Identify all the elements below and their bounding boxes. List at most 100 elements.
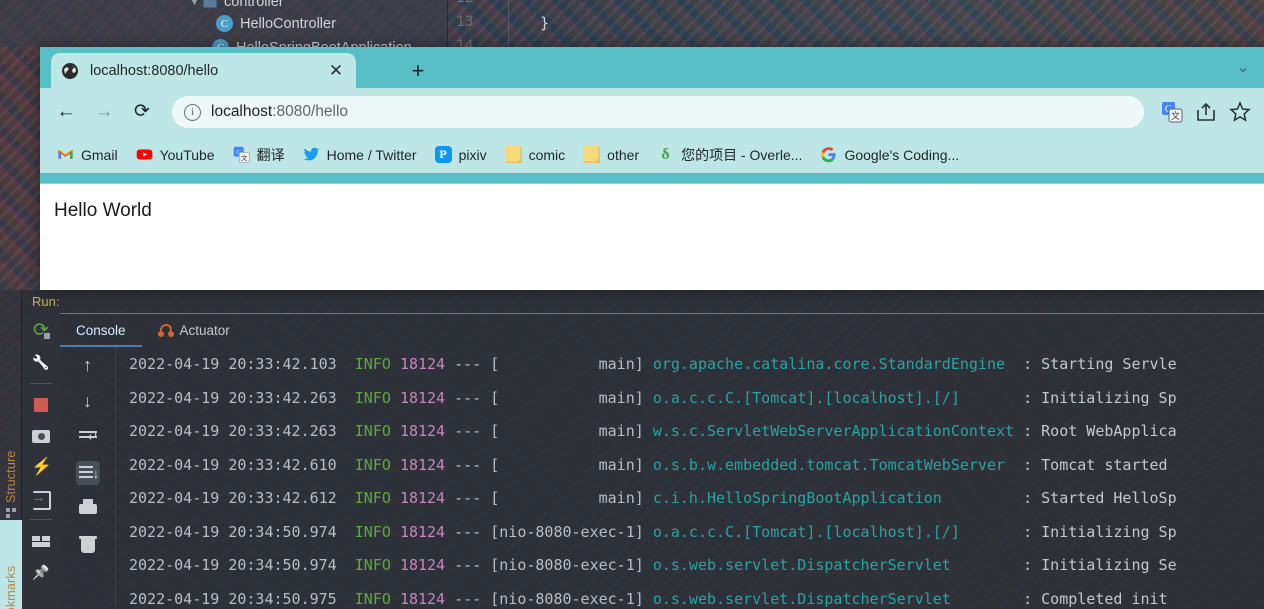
bookmark-item-1[interactable]: YouTube <box>127 142 224 167</box>
omnibox-url[interactable]: localhost:8080/hello <box>211 103 1132 121</box>
project-tree-item-hellocontroller[interactable]: C HelloController <box>0 12 447 35</box>
pin-icon[interactable] <box>31 562 51 582</box>
svg-text:文: 文 <box>241 153 248 162</box>
browser-toolbar: ← → ⟳ i localhost:8080/hello G 文 <box>40 88 1264 136</box>
chevron-down-icon[interactable]: ⌄ <box>1230 55 1256 81</box>
tab-console[interactable]: Console <box>60 314 142 347</box>
layout-icon[interactable] <box>31 531 51 551</box>
bookmark-star-icon[interactable] <box>1226 98 1254 126</box>
log-thread: [nio-8080-exec-1] <box>490 556 653 574</box>
pixiv-icon: P <box>434 146 452 163</box>
run-window-title: Run: <box>32 294 60 309</box>
console-log-line: 2022-04-19 20:33:42.263 INFO 18124 --- [… <box>117 415 1264 449</box>
rerun-icon[interactable] <box>31 321 51 341</box>
site-info-icon[interactable]: i <box>184 103 201 121</box>
soft-wrap-icon[interactable] <box>76 425 100 449</box>
log-message: : Initializing Sp <box>1023 388 1177 407</box>
youtube-icon <box>136 146 153 163</box>
tool-window-label: Bookmarks <box>4 565 18 609</box>
project-tree-panel: ▼ controller C HelloController C HelloSp… <box>0 0 448 47</box>
log-timestamp: 2022-04-19 20:34:50.974 <box>129 522 355 541</box>
log-pid: 18124 <box>399 422 455 440</box>
log-separator: --- <box>454 556 491 574</box>
toolbar-divider <box>30 383 52 384</box>
log-message: : Initializing Sp <box>1023 522 1177 541</box>
log-level: INFO <box>354 489 400 507</box>
log-message: : Tomcat started <box>1023 455 1168 474</box>
console-log-line: 2022-04-19 20:33:42.103 INFO 18124 --- [… <box>117 348 1264 382</box>
log-message: : Starting Servle <box>1023 355 1177 373</box>
bookmark-item-6[interactable]: other <box>574 142 648 167</box>
log-thread: [ main] <box>490 422 653 440</box>
thread-dump-icon[interactable] <box>31 457 51 477</box>
console-output[interactable]: 2022-04-19 20:33:42.103 INFO 18124 --- [… <box>117 346 1264 609</box>
log-separator: --- <box>454 355 491 373</box>
log-message: : Root WebApplica <box>1023 422 1177 440</box>
console-side-toolbar: ↑ ↓ <box>60 346 116 609</box>
code-text: } <box>540 14 550 32</box>
log-message: : Completed init <box>1023 589 1168 608</box>
folder-icon <box>504 146 522 163</box>
bookmark-item-3[interactable]: Home / Twitter <box>294 142 426 167</box>
tool-window-button-bookmarks[interactable]: Bookmarks <box>0 520 22 609</box>
scroll-down-icon[interactable]: ↓ <box>76 389 100 413</box>
bookmark-item-5[interactable]: comic <box>496 142 575 167</box>
structure-icon <box>6 508 16 518</box>
log-pid: 18124 <box>399 388 455 407</box>
log-logger: o.a.c.c.C.[Tomcat].[localhost].[/] <box>652 522 1024 541</box>
log-pid: 18124 <box>399 355 455 373</box>
gutter-line-number: 12 <box>456 0 473 6</box>
console-log-line: 2022-04-19 20:33:42.610 INFO 18124 --- [… <box>117 449 1264 483</box>
bookmark-item-0[interactable]: Gmail <box>48 142 127 167</box>
omnibox-url-path: :8080/hello <box>272 103 349 120</box>
log-logger: o.s.b.w.embedded.tomcat.TomcatWebServer <box>652 455 1024 474</box>
bookmark-item-8[interactable]: Google's Coding... <box>811 142 968 167</box>
scroll-up-icon[interactable]: ↑ <box>76 353 100 377</box>
log-level: INFO <box>354 388 400 407</box>
settings-wrench-icon[interactable] <box>31 352 51 372</box>
log-separator: --- <box>454 388 491 407</box>
bookmark-item-4[interactable]: Ppixiv <box>426 142 496 167</box>
back-button[interactable]: ← <box>50 96 82 128</box>
log-separator: --- <box>454 522 491 541</box>
new-tab-button[interactable]: + <box>406 59 430 83</box>
actuator-icon <box>157 323 174 337</box>
log-timestamp: 2022-04-19 20:33:42.612 <box>129 489 355 507</box>
print-icon[interactable] <box>76 497 100 521</box>
log-timestamp: 2022-04-19 20:33:42.610 <box>129 455 355 474</box>
omnibox[interactable]: i localhost:8080/hello <box>172 96 1144 128</box>
project-tree-item-label: HelloController <box>240 15 336 32</box>
scroll-to-end-icon[interactable] <box>75 461 100 485</box>
svg-text:文: 文 <box>1171 110 1180 121</box>
export-icon[interactable] <box>31 487 51 510</box>
project-tree-item-hellospringbootapplication[interactable]: C HelloSpringBootApplication <box>0 36 447 47</box>
stop-icon[interactable] <box>34 398 48 412</box>
tool-window-label: Structure <box>4 450 18 503</box>
google-icon <box>820 146 837 163</box>
editor-gutter-divider <box>508 0 509 47</box>
bookmarks-bar: Gmail YouTube G 文翻译 Home / Twitter Ppixiv comi… <box>40 136 1264 173</box>
browser-tab[interactable]: localhost:8080/hello ✕ <box>51 53 356 88</box>
clear-all-icon[interactable] <box>76 533 100 557</box>
log-level: INFO <box>354 556 400 574</box>
log-timestamp: 2022-04-19 20:33:42.263 <box>129 422 355 440</box>
close-icon[interactable]: ✕ <box>326 61 346 81</box>
java-class-runnable-icon: C <box>212 39 229 47</box>
bookmark-item-7[interactable]: δ 您的项目 - Overle... <box>648 141 811 169</box>
bookmark-label: pixiv <box>458 146 487 163</box>
google-translate-icon[interactable]: G 文 <box>1158 98 1186 126</box>
share-icon[interactable] <box>1192 98 1220 126</box>
tool-window-button-structure[interactable]: Structure <box>0 408 22 518</box>
tab-actuator[interactable]: Actuator <box>142 314 246 347</box>
log-pid: 18124 <box>399 522 455 541</box>
bookmark-label: Gmail <box>81 146 118 163</box>
tab-label: Console <box>76 322 126 338</box>
gutter-line-number: 13 <box>456 14 474 30</box>
bookmark-item-2[interactable]: G 文翻译 <box>224 141 294 169</box>
forward-button[interactable]: → <box>88 96 120 128</box>
camera-icon[interactable] <box>31 426 51 446</box>
globe-icon <box>61 62 79 80</box>
reload-button[interactable]: ⟳ <box>126 96 158 128</box>
log-logger: o.s.web.servlet.DispatcherServlet <box>652 556 1024 574</box>
java-class-icon: C <box>216 15 233 32</box>
